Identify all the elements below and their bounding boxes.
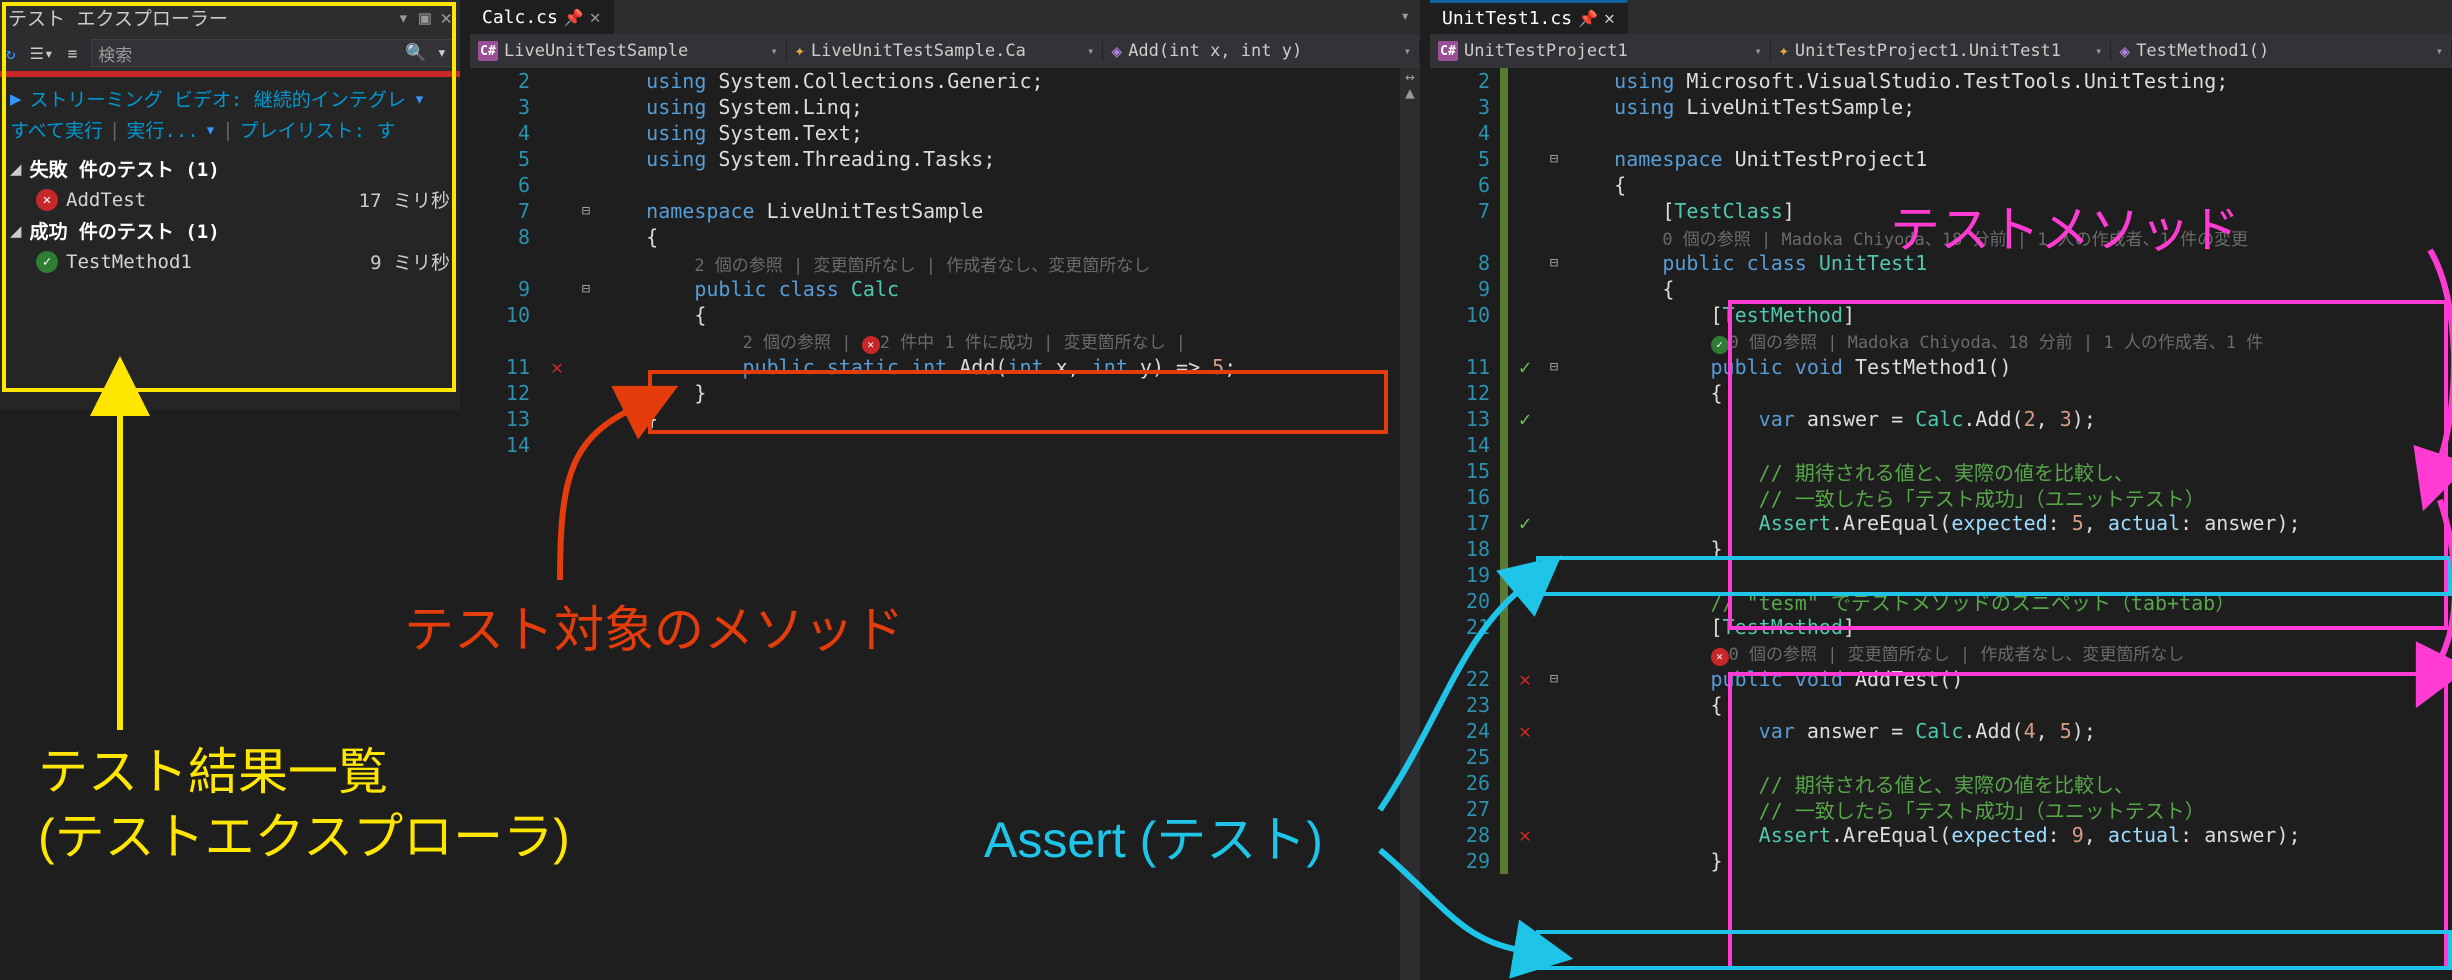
pin-icon[interactable]: 📌 xyxy=(1578,9,1598,28)
code-line[interactable]: 7 [TestClass] xyxy=(1430,198,2452,224)
group-icon[interactable]: ☰▾ xyxy=(30,44,54,63)
search-placeholder: 検索 xyxy=(98,41,132,66)
dropdown-icon[interactable]: ▾ xyxy=(1390,0,1420,34)
failed-group[interactable]: ◢ 失敗 件のテスト (1) xyxy=(0,145,460,184)
nav-project[interactable]: LiveUnitTestSample▾ xyxy=(470,41,787,61)
code-line[interactable]: 11 ✓ ⊟ public void TestMethod1() xyxy=(1430,354,2452,380)
passed-test-item[interactable]: TestMethod1 9 ミリ秒 xyxy=(0,246,460,277)
passed-group[interactable]: ◢ 成功 件のテスト (1) xyxy=(0,215,460,246)
code-line[interactable]: 2 個の参照 | 2 件中 1 件に成功 | 変更箇所なし | xyxy=(470,328,1420,354)
code-line[interactable]: 15 // 期待される値と、実際の値を比較し、 xyxy=(1430,458,2452,484)
code-line[interactable]: 6 xyxy=(470,172,1420,198)
code-line[interactable]: 17 ✓ Assert.AreEqual(expected: 5, actual… xyxy=(1430,510,2452,536)
run-row: すべて実行 | 実行... ▾ | プレイリスト: す xyxy=(0,114,460,145)
code-line[interactable]: 14 xyxy=(470,432,1420,458)
code-line[interactable]: 10 { xyxy=(470,302,1420,328)
calc-editor: Calc.cs 📌 ✕ ▾ LiveUnitTestSample▾ ✦LiveU… xyxy=(470,0,1420,980)
code-line[interactable]: 3 using System.Linq; xyxy=(470,94,1420,120)
streaming-link[interactable]: ▶ ストリーミング ビデオ: 継続的インテグレ ▾ xyxy=(0,77,460,114)
code-line[interactable]: 13 } xyxy=(470,406,1420,432)
fail-icon xyxy=(36,189,58,211)
close-icon[interactable]: ✕ xyxy=(441,7,452,29)
code-line[interactable]: 29 } xyxy=(1430,848,2452,874)
code-line[interactable]: 19 xyxy=(1430,562,2452,588)
refresh-icon[interactable]: ↻ xyxy=(6,44,16,63)
pass-icon xyxy=(36,251,58,273)
tab-calc[interactable]: Calc.cs 📌 ✕ xyxy=(470,0,614,34)
code-line[interactable]: 26 // 期待される値と、実際の値を比較し、 xyxy=(1430,770,2452,796)
method-icon: ◈ xyxy=(1111,41,1122,62)
playlist-link[interactable]: プレイリスト: す xyxy=(240,116,396,143)
test-explorer-titlebar[interactable]: テスト エクスプローラー ▾ ▣ ✕ xyxy=(0,0,460,35)
nav-class[interactable]: ✦UnitTestProject1.UnitTest1▾ xyxy=(1771,41,2112,61)
nav-method[interactable]: ◈TestMethod1()▾ xyxy=(2111,41,2452,62)
code-line[interactable]: 3 using LiveUnitTestSample; xyxy=(1430,94,2452,120)
code-line[interactable]: 0 個の参照 | Madoka Chiyoda、18 分前 | 1 人の作成者、… xyxy=(1430,328,2452,354)
scroll-up-icon[interactable]: ▲ xyxy=(1400,84,1420,100)
unittest-editor: UnitTest1.cs 📌 ✕ UnitTestProject1▾ ✦Unit… xyxy=(1430,0,2452,980)
code-line[interactable]: 4 using System.Text; xyxy=(470,120,1420,146)
code-line[interactable]: 14 xyxy=(1430,432,2452,458)
csharp-icon xyxy=(1438,41,1458,61)
test-explorer-toolbar: ↻ ☰▾ ≡ 検索 🔍 ▾ xyxy=(0,35,460,71)
code-line[interactable]: 21 [TestMethod] xyxy=(1430,614,2452,640)
calc-nav-bar: LiveUnitTestSample▾ ✦LiveUnitTestSample.… xyxy=(470,34,1420,68)
code-line[interactable]: 16 // 一致したら「テスト成功」（ユニットテスト） xyxy=(1430,484,2452,510)
code-line[interactable]: 9 { xyxy=(1430,276,2452,302)
code-line[interactable]: 10 [TestMethod] xyxy=(1430,302,2452,328)
code-line[interactable]: 11 ✕ public static int Add(int x, int y)… xyxy=(470,354,1420,380)
code-line[interactable]: 28 ✕ Assert.AreEqual(expected: 9, actual… xyxy=(1430,822,2452,848)
calc-tab-bar: Calc.cs 📌 ✕ ▾ xyxy=(470,0,1420,34)
code-line[interactable]: 23 { xyxy=(1430,692,2452,718)
code-line[interactable]: 7 ⊟ namespace LiveUnitTestSample xyxy=(470,198,1420,224)
run-all-link[interactable]: すべて実行 xyxy=(10,116,103,143)
code-line[interactable]: 8 ⊟ public class UnitTest1 xyxy=(1430,250,2452,276)
filter-icon[interactable]: ≡ xyxy=(68,44,78,63)
code-line[interactable]: 0 個の参照 | Madoka Chiyoda、18 分前 | 1 人の作成者、… xyxy=(1430,224,2452,250)
close-icon[interactable]: ✕ xyxy=(1604,8,1615,29)
search-icon: 🔍 ▾ xyxy=(405,43,447,63)
code-line[interactable]: 27 // 一致したら「テスト成功」（ユニットテスト） xyxy=(1430,796,2452,822)
code-line[interactable]: 13 ✓ var answer = Calc.Add(2, 3); xyxy=(1430,406,2452,432)
dropdown-icon[interactable]: ▾ xyxy=(398,7,409,29)
code-line[interactable]: 0 個の参照 | 変更箇所なし | 作成者なし、変更箇所なし xyxy=(1430,640,2452,666)
method-icon: ◈ xyxy=(2119,41,2130,62)
calc-code-area[interactable]: 2 using System.Collections.Generic; 3 us… xyxy=(470,68,1420,458)
csharp-icon xyxy=(478,41,498,61)
code-line[interactable]: 25 xyxy=(1430,744,2452,770)
code-line[interactable]: 12 { xyxy=(1430,380,2452,406)
chevron-down-icon: ◢ xyxy=(10,220,21,242)
unit-tab-bar: UnitTest1.cs 📌 ✕ xyxy=(1430,0,2452,34)
scrollbar[interactable]: ↔ ▲ xyxy=(1400,68,1420,980)
chevron-down-icon: ◢ xyxy=(10,158,21,180)
code-line[interactable]: 2 using Microsoft.VisualStudio.TestTools… xyxy=(1430,68,2452,94)
unit-nav-bar: UnitTestProject1▾ ✦UnitTestProject1.Unit… xyxy=(1430,34,2452,68)
code-line[interactable]: 24 ✕ var answer = Calc.Add(4, 5); xyxy=(1430,718,2452,744)
code-line[interactable]: 2 個の参照 | 変更箇所なし | 作成者なし、変更箇所なし xyxy=(470,250,1420,276)
nav-project[interactable]: UnitTestProject1▾ xyxy=(1430,41,1771,61)
code-line[interactable]: 22 ✕ ⊟ public void AddTest() xyxy=(1430,666,2452,692)
test-explorer-panel: テスト エクスプローラー ▾ ▣ ✕ ↻ ☰▾ ≡ 検索 🔍 ▾ ▶ ストリーミ… xyxy=(0,0,460,410)
pin-icon[interactable]: ▣ xyxy=(419,7,430,29)
code-line[interactable]: 5 ⊟ namespace UnitTestProject1 xyxy=(1430,146,2452,172)
code-line[interactable]: 20 // "tesm" でテストメソッドのスニペット（tab+tab） xyxy=(1430,588,2452,614)
pin-icon[interactable]: 📌 xyxy=(564,8,584,27)
code-line[interactable]: 2 using System.Collections.Generic; xyxy=(470,68,1420,94)
code-line[interactable]: 4 xyxy=(1430,120,2452,146)
code-line[interactable]: 9 ⊟ public class Calc xyxy=(470,276,1420,302)
unit-code-area[interactable]: 2 using Microsoft.VisualStudio.TestTools… xyxy=(1430,68,2452,874)
search-input[interactable]: 検索 🔍 ▾ xyxy=(91,39,454,67)
test-explorer-title: テスト エクスプローラー xyxy=(8,4,228,31)
close-icon[interactable]: ✕ xyxy=(590,7,601,28)
code-line[interactable]: 6 { xyxy=(1430,172,2452,198)
nav-class[interactable]: ✦LiveUnitTestSample.Ca▾ xyxy=(787,41,1104,61)
failed-test-item[interactable]: AddTest 17 ミリ秒 xyxy=(0,184,460,215)
code-line[interactable]: 5 using System.Threading.Tasks; xyxy=(470,146,1420,172)
code-line[interactable]: 8 { xyxy=(470,224,1420,250)
run-link[interactable]: 実行... xyxy=(126,116,198,143)
tab-unittest[interactable]: UnitTest1.cs 📌 ✕ xyxy=(1430,0,1628,34)
nav-method[interactable]: ◈Add(int x, int y)▾ xyxy=(1103,41,1420,62)
code-line[interactable]: 12 } xyxy=(470,380,1420,406)
code-line[interactable]: 18 } xyxy=(1430,536,2452,562)
